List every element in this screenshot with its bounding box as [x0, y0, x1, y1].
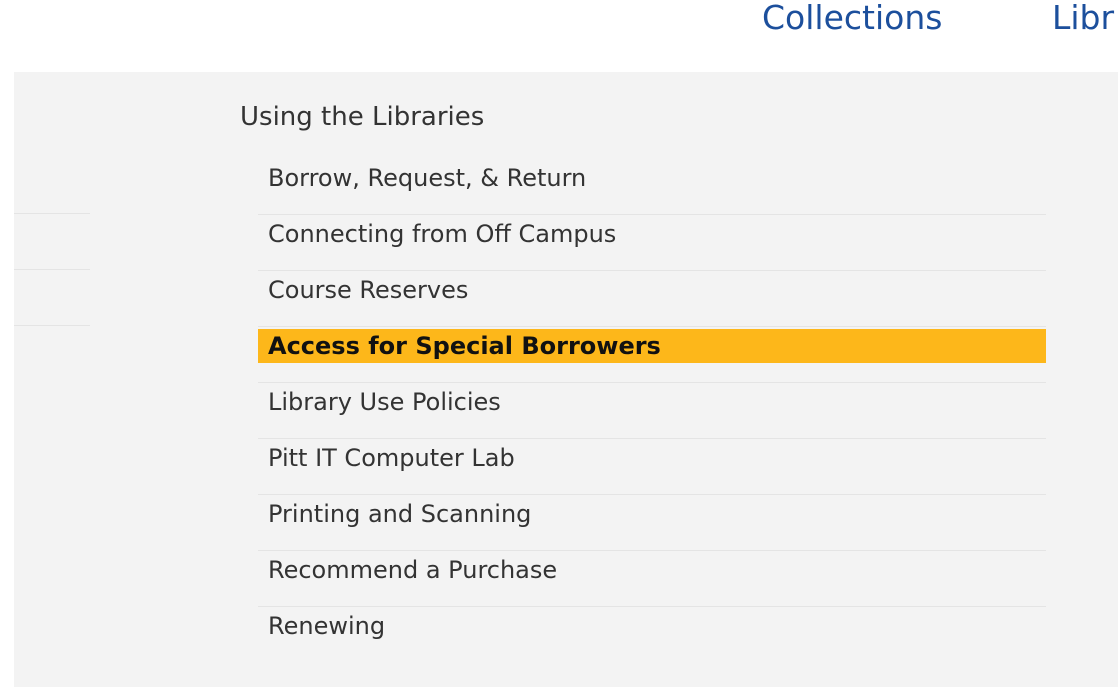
submenu-link-course-reserves[interactable]: Course Reserves	[258, 273, 1046, 307]
submenu-link-library-use-policies[interactable]: Library Use Policies	[258, 385, 1046, 419]
submenu-link-borrow-request-return[interactable]: Borrow, Request, & Return	[258, 161, 1046, 195]
section-heading: Using the Libraries	[240, 102, 485, 132]
left-column-divider	[14, 325, 90, 326]
nav-link-collections[interactable]: Collections	[762, 0, 942, 46]
submenu-link-computer-lab[interactable]: Pitt IT Computer Lab	[258, 441, 1046, 475]
top-navigation: Collections Libr	[0, 0, 1118, 72]
submenu-list: Borrow, Request, & Return Connecting fro…	[258, 159, 1046, 662]
submenu-item: Renewing	[258, 607, 1046, 662]
left-column-divider	[14, 269, 90, 270]
submenu-link-renewing[interactable]: Renewing	[258, 609, 1046, 643]
submenu-link-special-borrowers[interactable]: Access for Special Borrowers	[258, 329, 1046, 363]
submenu-item: Pitt IT Computer Lab	[258, 439, 1046, 495]
submenu-link-printing-scanning[interactable]: Printing and Scanning	[258, 497, 1046, 531]
nav-link-libraries[interactable]: Libr	[1052, 0, 1114, 46]
submenu-item: Recommend a Purchase	[258, 551, 1046, 607]
submenu-item: Borrow, Request, & Return	[258, 159, 1046, 215]
submenu-item-active: Access for Special Borrowers	[258, 327, 1046, 383]
submenu-link-connecting-off-campus[interactable]: Connecting from Off Campus	[258, 217, 1046, 251]
submenu-link-recommend-purchase[interactable]: Recommend a Purchase	[258, 553, 1046, 587]
dropdown-menu-panel: Using the Libraries Borrow, Request, & R…	[14, 72, 1118, 687]
submenu-item: Library Use Policies	[258, 383, 1046, 439]
left-column-divider	[14, 213, 90, 214]
submenu-item: Printing and Scanning	[258, 495, 1046, 551]
submenu-item: Connecting from Off Campus	[258, 215, 1046, 271]
submenu-item: Course Reserves	[258, 271, 1046, 327]
